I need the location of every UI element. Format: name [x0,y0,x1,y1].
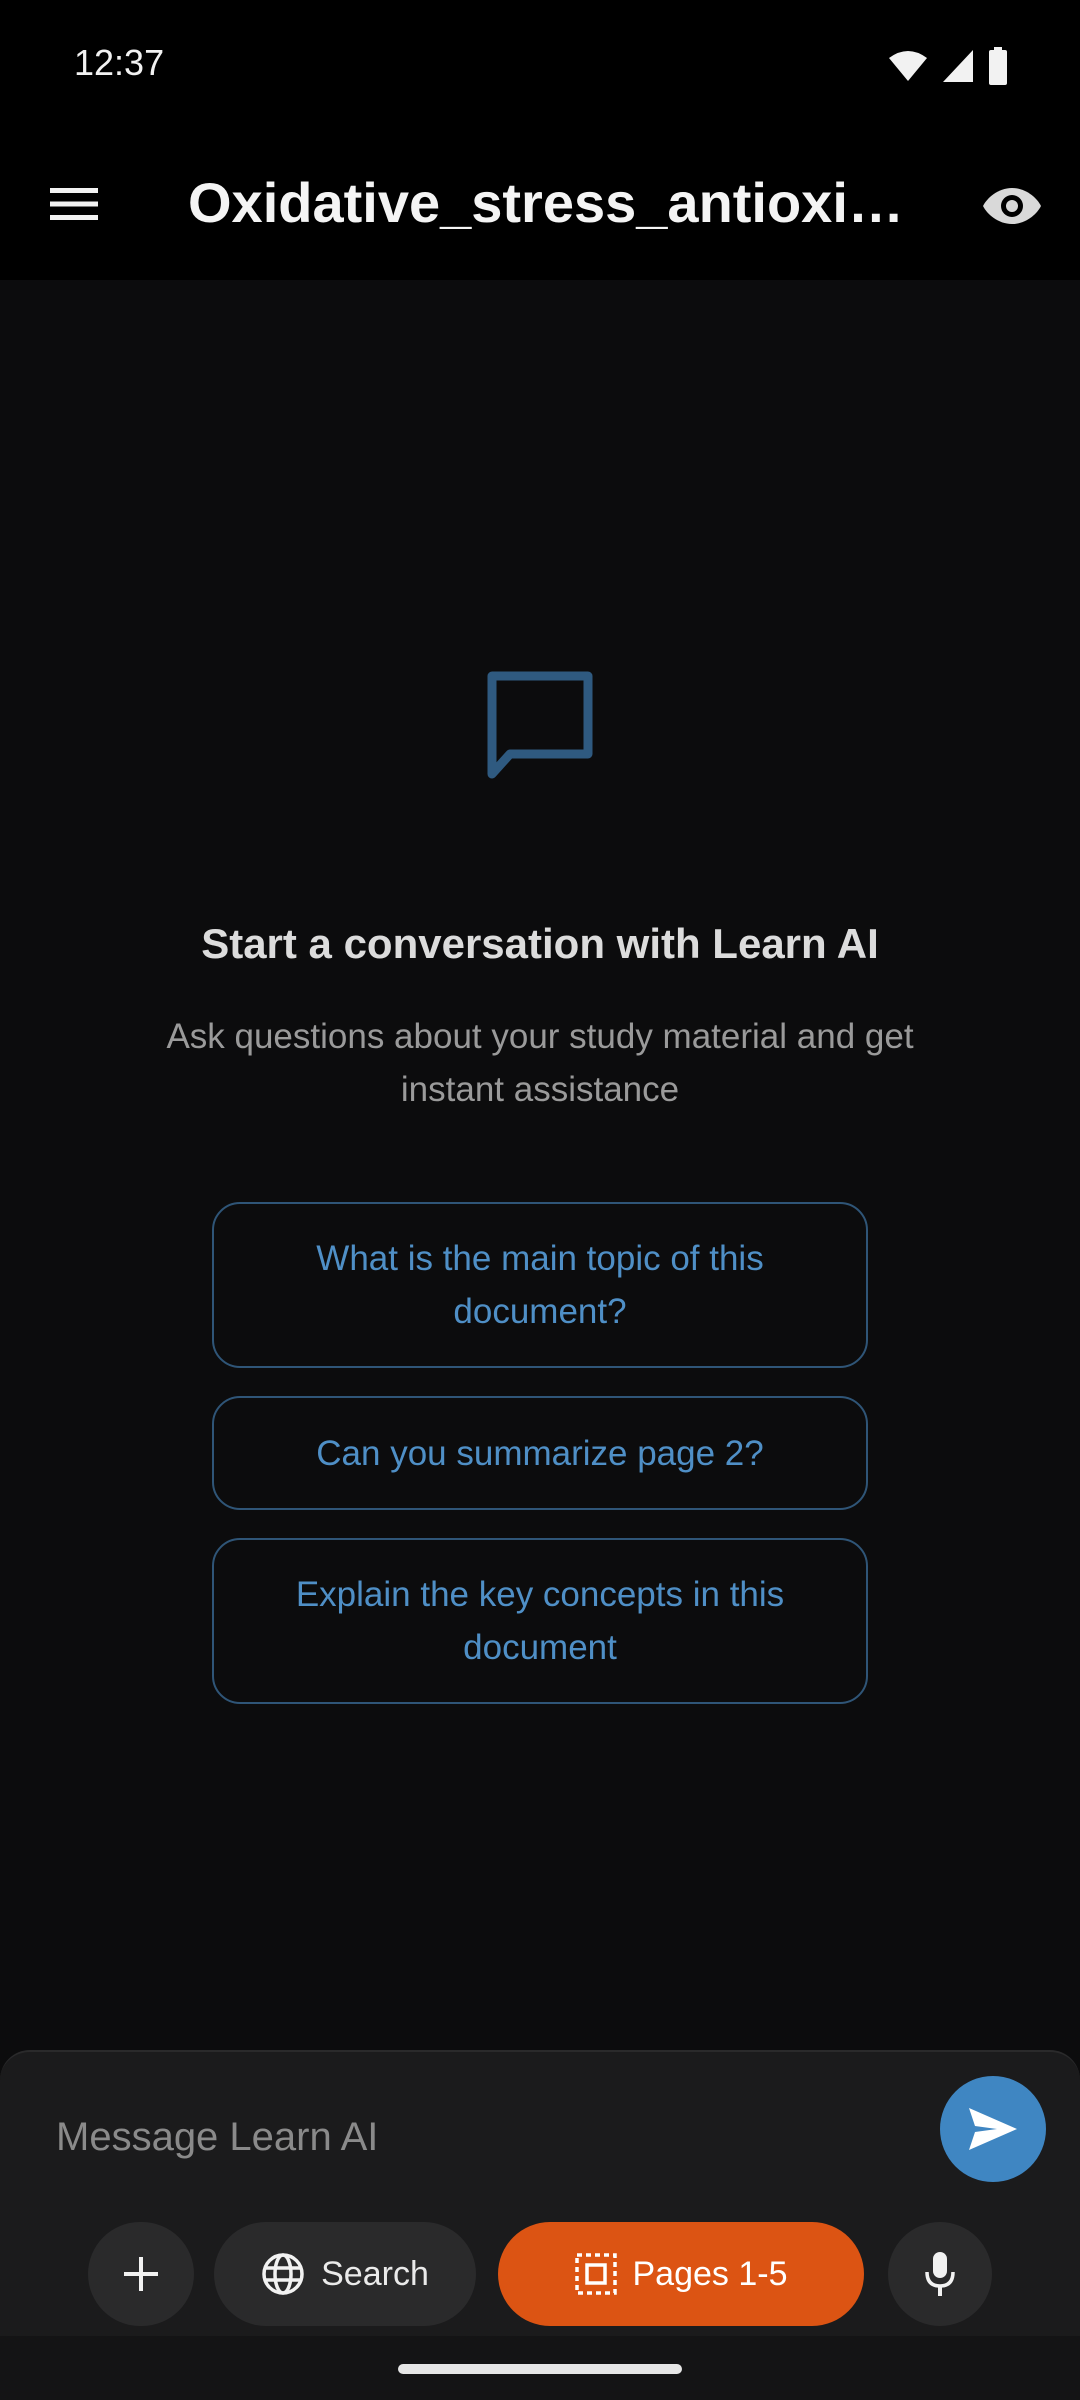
battery-icon [989,47,1007,85]
chat-bubble-icon [480,670,600,790]
chat-area: Start a conversation with Learn AI Ask q… [0,280,1080,2050]
eye-icon [983,188,1041,224]
app-bar: Oxidative_stress_antioxidants_and_diseas… [0,130,1080,280]
wifi-icon [889,51,927,81]
empty-state-subtitle: Ask questions about your study material … [166,1017,914,1109]
plus-icon [124,2257,158,2291]
mic-icon [925,2252,955,2296]
signal-icon [943,50,973,82]
suggestion-main-topic[interactable]: What is the main topic of this document? [212,1202,868,1368]
suggestion-summarize-page[interactable]: Can you summarize page 2? [212,1396,868,1510]
send-icon [969,2108,1017,2150]
suggestion-key-concepts[interactable]: Explain the key concepts in this documen… [212,1538,868,1704]
pages-label: Pages 1-5 [632,2254,788,2293]
gesture-handle[interactable] [398,2364,682,2374]
status-icons [888,46,1008,86]
preview-button[interactable] [974,168,1050,244]
status-time: 12:37 [74,42,165,83]
search-button[interactable]: Search [214,2222,476,2326]
status-bar: 12:37 [0,0,1080,130]
add-button[interactable] [88,2222,194,2326]
menu-button[interactable] [38,168,110,240]
globe-icon [262,2253,304,2295]
search-label: Search [321,2254,429,2293]
page-select-icon [574,2253,617,2295]
empty-state-title: Start a conversation with Learn AI [201,920,879,967]
document-title: Oxidative_stress_antioxidants_and_diseas… [188,171,918,234]
microphone-button[interactable] [888,2222,992,2326]
pages-range-button[interactable]: Pages 1-5 [498,2222,864,2326]
send-button[interactable] [940,2076,1046,2182]
message-input[interactable] [56,2102,916,2172]
menu-icon [50,188,98,220]
